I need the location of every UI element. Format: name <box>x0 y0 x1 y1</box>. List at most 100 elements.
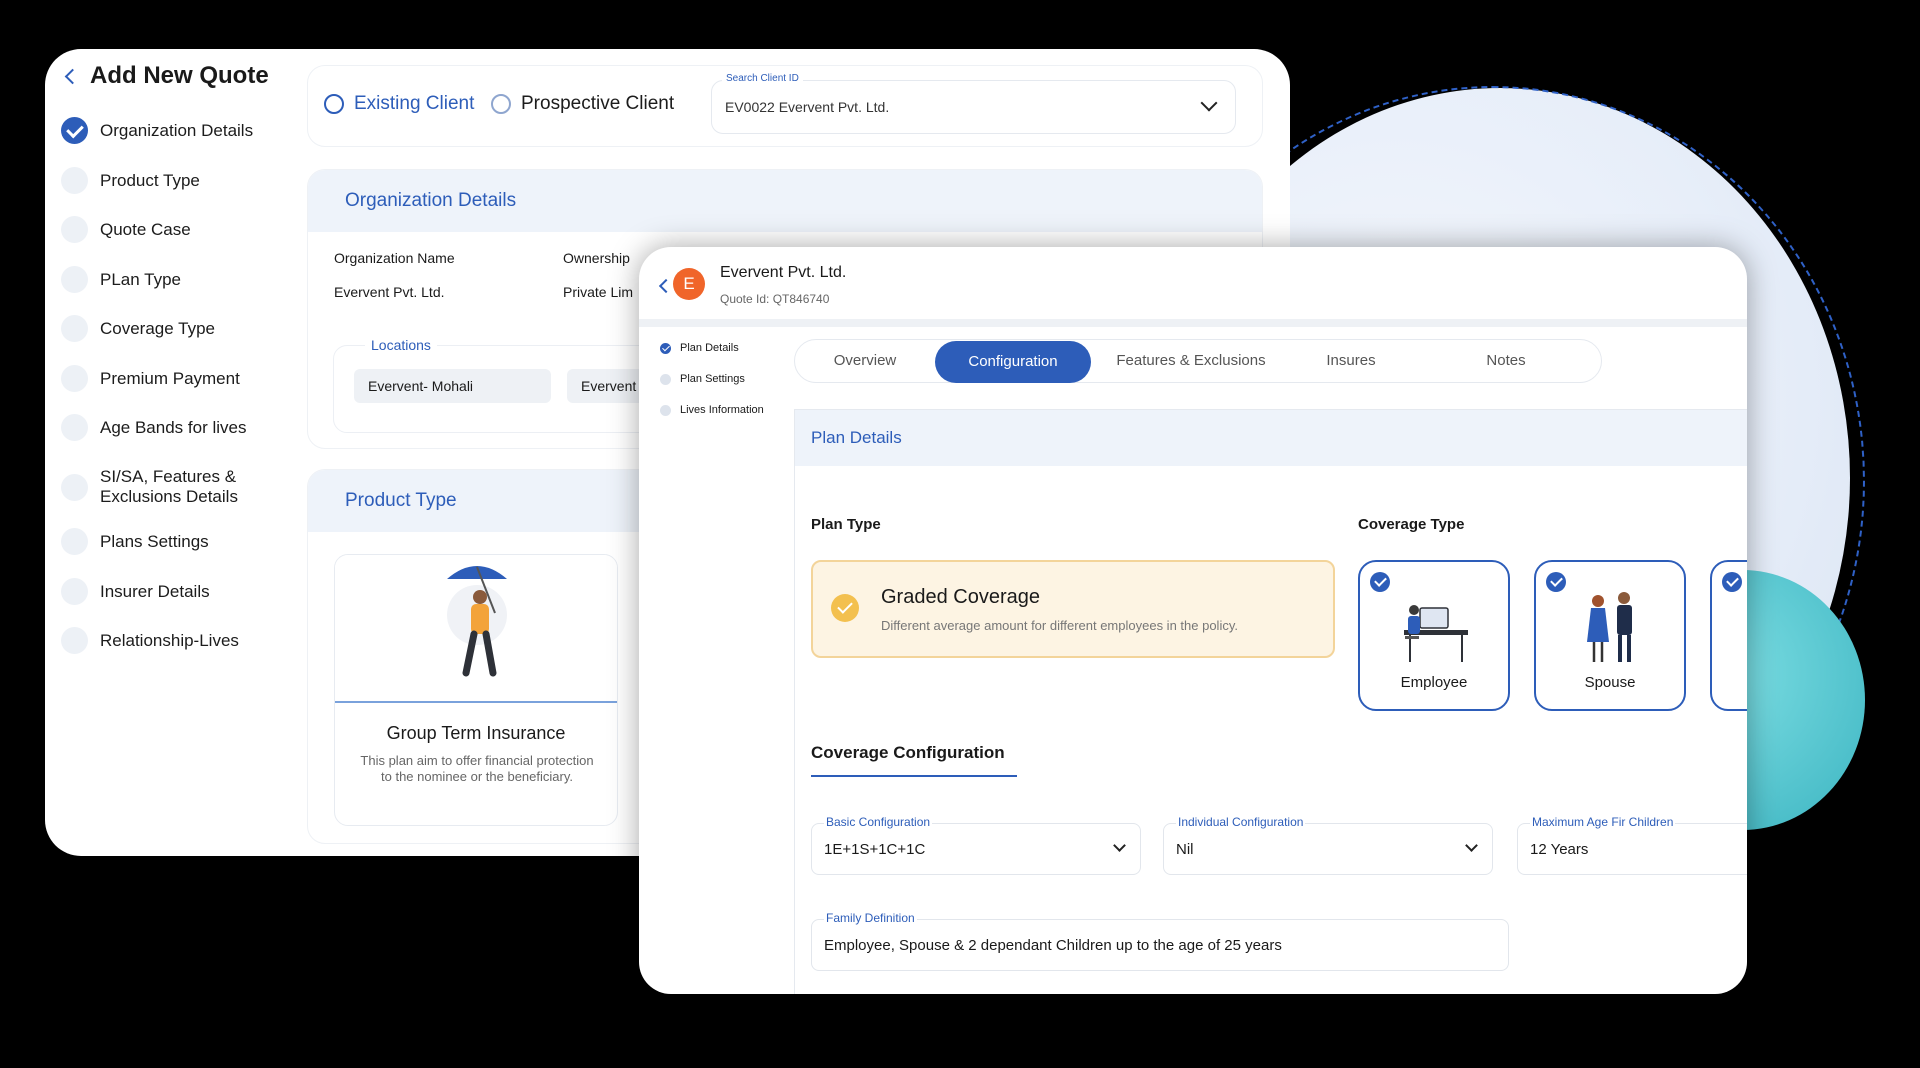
step-label: Premium Payment <box>100 368 240 388</box>
screen: Add New Quote Organization Details Produ… <box>0 0 1920 1068</box>
step-plan-type[interactable]: PLan Type <box>61 266 181 293</box>
step-label: Quote Case <box>100 219 191 239</box>
step-premium-payment[interactable]: Premium Payment <box>61 365 240 392</box>
back-row[interactable]: Add New Quote <box>61 62 269 90</box>
check-circle-icon <box>61 266 88 293</box>
step-label: Organization Details <box>100 120 254 140</box>
step-features-exclusions[interactable]: SI/SA, Features & Exclusions Details <box>61 467 261 507</box>
substep-plan-settings[interactable]: Plan Settings <box>660 373 745 385</box>
check-circle-icon <box>61 117 88 144</box>
graded-coverage-option[interactable]: Graded Coverage Different average amount… <box>811 560 1335 658</box>
location-chip[interactable]: Evervent- Mohali <box>354 369 551 403</box>
check-circle-icon <box>61 528 88 555</box>
step-insurer-details[interactable]: Insurer Details <box>61 578 210 605</box>
check-circle-icon <box>61 216 88 243</box>
radio-icon <box>324 94 344 114</box>
check-circle-icon <box>660 404 671 416</box>
coverage-configuration-title: Coverage Configuration <box>811 743 1005 762</box>
header-divider <box>639 319 1747 327</box>
page-title: Add New Quote <box>90 62 269 89</box>
step-label: Insurer Details <box>100 581 210 601</box>
step-label: Age Bands for lives <box>100 417 247 437</box>
quote-id: Quote Id: QT846740 <box>720 292 830 306</box>
step-coverage-type[interactable]: Coverage Type <box>61 315 215 342</box>
check-circle-icon <box>61 315 88 342</box>
check-circle-icon <box>1722 572 1742 592</box>
family-definition-value: Employee, Spouse & 2 dependant Children … <box>824 937 1282 954</box>
chevron-left-icon[interactable] <box>64 68 81 84</box>
product-name: Group Term Insurance <box>386 723 566 743</box>
tab-bar: Overview Configuration Features & Exclus… <box>794 339 1602 383</box>
chevron-left-icon[interactable] <box>658 278 674 294</box>
org-name-value: Evervent Pvt. Ltd. <box>334 284 445 300</box>
step-relationship-lives[interactable]: Relationship-Lives <box>61 627 239 654</box>
coverage-card-partial[interactable] <box>1710 560 1747 711</box>
step-quote-case[interactable]: Quote Case <box>61 216 191 243</box>
step-product-type[interactable]: Product Type <box>61 167 200 194</box>
client-type-bar: Existing Client Prospective Client Searc… <box>307 65 1263 147</box>
section-title: Plan Details <box>811 428 902 447</box>
check-circle-icon <box>660 342 671 354</box>
step-age-bands[interactable]: Age Bands for lives <box>61 414 246 441</box>
family-definition-input[interactable]: Family Definition Employee, Spouse & 2 d… <box>811 911 1509 971</box>
chevron-down-icon[interactable] <box>1465 839 1478 852</box>
substep-lives-information[interactable]: Lives Information <box>660 404 764 416</box>
check-circle-icon <box>61 473 88 501</box>
avatar: E <box>673 268 705 300</box>
chevron-down-icon[interactable] <box>1200 94 1218 112</box>
tab-features-exclusions[interactable]: Features & Exclusions <box>1091 340 1291 382</box>
radio-label: Existing Client <box>354 93 475 114</box>
product-card-group-term[interactable]: Group Term Insurance This plan aim to of… <box>334 554 618 826</box>
step-label: SI/SA, Features & Exclusions Details <box>100 467 238 506</box>
tab-notes[interactable]: Notes <box>1431 340 1581 382</box>
graded-description: Different average amount for different e… <box>881 618 1238 633</box>
chevron-down-icon[interactable] <box>1113 839 1126 852</box>
section-title: Product Type <box>345 490 457 511</box>
search-client-select[interactable]: Search Client ID EV0022 Evervent Pvt. Lt… <box>711 73 1236 134</box>
locations-label: Locations <box>365 337 437 353</box>
individual-configuration-value: Nil <box>1176 841 1194 858</box>
basic-configuration-label: Basic Configuration <box>824 815 933 829</box>
existing-client-radio[interactable]: Existing Client <box>324 93 474 115</box>
max-age-children-label: Maximum Age Fir Children <box>1530 815 1676 829</box>
basic-configuration-select[interactable]: Basic Configuration 1E+1S+1C+1C <box>811 815 1141 875</box>
coverage-card-label: Employee <box>1400 674 1468 691</box>
step-label: Coverage Type <box>100 318 215 338</box>
max-age-children-value: 12 Years <box>1530 841 1589 858</box>
tab-insures[interactable]: Insures <box>1291 340 1411 382</box>
check-circle-icon <box>660 373 671 385</box>
employee-desk-illustration <box>1404 605 1468 662</box>
search-client-label: Search Client ID <box>722 73 803 84</box>
coverage-card-spouse[interactable]: Spouse <box>1534 560 1686 711</box>
substep-plan-details[interactable]: Plan Details <box>660 342 739 354</box>
step-label: Relationship-Lives <box>100 630 239 650</box>
family-definition-label: Family Definition <box>824 911 917 925</box>
step-plans-settings[interactable]: Plans Settings <box>61 528 209 555</box>
check-circle-icon <box>61 627 88 654</box>
org-name-label: Organization Name <box>334 250 455 266</box>
substep-label: Plan Details <box>680 342 739 354</box>
substep-label: Plan Settings <box>680 373 745 385</box>
quote-configuration-window: E Evervent Pvt. Ltd. Quote Id: QT846740 … <box>639 247 1747 994</box>
substep-label: Lives Information <box>680 404 764 416</box>
quote-header: E Evervent Pvt. Ltd. Quote Id: QT846740 <box>639 247 1747 317</box>
steps-sidebar: Add New Quote Organization Details Produ… <box>45 49 325 856</box>
step-label: Plans Settings <box>100 531 209 551</box>
plan-type-label: Plan Type <box>811 516 881 533</box>
tab-configuration[interactable]: Configuration <box>935 341 1091 383</box>
check-circle-icon <box>61 365 88 392</box>
max-age-children-input[interactable]: Maximum Age Fir Children 12 Years <box>1517 815 1747 875</box>
individual-configuration-select[interactable]: Individual Configuration Nil <box>1163 815 1493 875</box>
coverage-configuration-underline <box>811 775 1017 777</box>
ownership-value: Private Lim <box>563 284 634 300</box>
prospective-client-radio[interactable]: Prospective Client <box>491 93 674 115</box>
step-label: Product Type <box>100 170 200 190</box>
ownership-label: Ownership <box>563 250 630 266</box>
coverage-type-label: Coverage Type <box>1358 516 1465 533</box>
step-organization-details[interactable]: Organization Details <box>61 117 253 144</box>
check-circle-icon <box>61 414 88 441</box>
radio-label: Prospective Client <box>521 93 675 114</box>
tab-overview[interactable]: Overview <box>795 340 935 382</box>
company-name: Evervent Pvt. Ltd. <box>720 264 847 281</box>
coverage-card-employee[interactable]: Employee <box>1358 560 1510 711</box>
